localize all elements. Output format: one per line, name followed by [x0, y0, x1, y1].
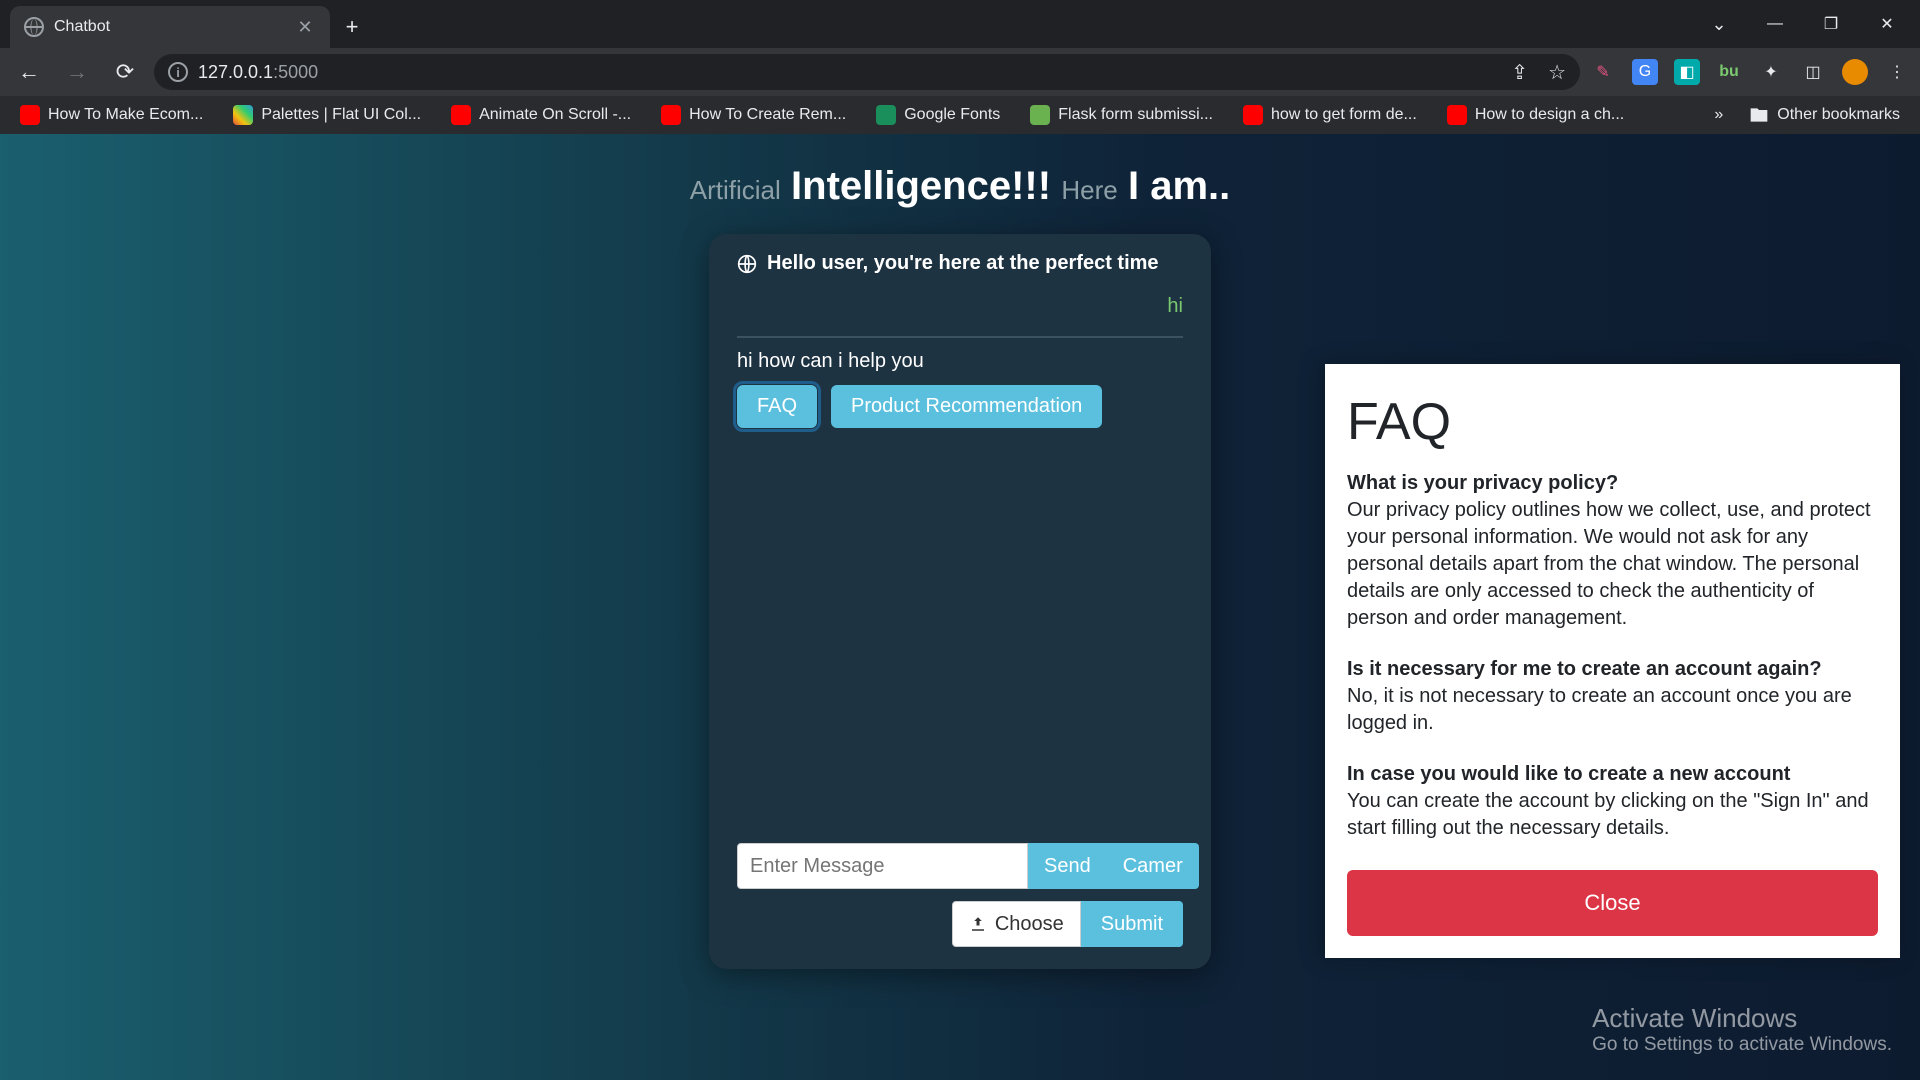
bookmark-item[interactable]: Flask form submissi...: [1020, 101, 1223, 129]
chat-header: Hello user, you're here at the perfect t…: [709, 252, 1211, 283]
extension-icon[interactable]: ◧: [1674, 59, 1700, 85]
chat-input-row: Send Camer: [737, 843, 1183, 889]
reload-icon[interactable]: ⟳: [106, 53, 144, 91]
faq-close-button[interactable]: Close: [1347, 870, 1878, 936]
address-bar[interactable]: i 127.0.0.1:5000 ⇪ ☆: [154, 54, 1580, 90]
profile-avatar-icon[interactable]: [1842, 59, 1868, 85]
bookmark-item[interactable]: How To Make Ecom...: [10, 101, 213, 129]
site-info-icon[interactable]: i: [168, 62, 188, 82]
bookmark-label: How To Create Rem...: [689, 106, 846, 124]
kebab-menu-icon[interactable]: ⋮: [1884, 59, 1910, 85]
faq-panel: FAQ What is your privacy policy? Our pri…: [1325, 364, 1900, 958]
close-window-icon[interactable]: ✕: [1862, 4, 1912, 44]
youtube-icon: [1447, 105, 1467, 125]
minimize-icon[interactable]: —: [1750, 4, 1800, 44]
bookmark-label: Flask form submissi...: [1058, 106, 1213, 124]
bookmark-label: Animate On Scroll -...: [479, 106, 631, 124]
palette-icon: [233, 105, 253, 125]
chrome-toolbar: ← → ⟳ i 127.0.0.1:5000 ⇪ ☆ ✎ G ◧ bu ✦ ◫ …: [0, 48, 1920, 96]
bookmarks-overflow-icon[interactable]: »: [1714, 106, 1723, 124]
youtube-icon: [661, 105, 681, 125]
tab-search-icon[interactable]: ⌄: [1694, 4, 1744, 44]
flask-icon: [1030, 105, 1050, 125]
back-icon[interactable]: ←: [10, 53, 48, 91]
url-path: :5000: [273, 62, 318, 82]
watermark-line2: Go to Settings to activate Windows.: [1592, 1034, 1892, 1056]
windows-activation-watermark: Activate Windows Go to Settings to activ…: [1592, 1003, 1892, 1056]
bookmark-item[interactable]: How To Create Rem...: [651, 101, 856, 129]
faq-question: Is it necessary for me to create an acco…: [1347, 658, 1878, 681]
extension-icons: ✎ G ◧ bu ✦ ◫ ⋮: [1590, 59, 1910, 85]
chat-header-text: Hello user, you're here at the perfect t…: [767, 252, 1159, 275]
message-row-bot: hi how can i help you FAQ Product Recomm…: [737, 338, 1183, 446]
new-tab-button[interactable]: +: [330, 6, 374, 48]
chat-body: hi hi how can i help you FAQ Product Rec…: [709, 283, 1211, 843]
title-muted: Artificial: [690, 175, 781, 205]
youtube-icon: [451, 105, 471, 125]
extensions-puzzle-icon[interactable]: ✦: [1758, 59, 1784, 85]
youtube-icon: [20, 105, 40, 125]
camera-button[interactable]: Camer: [1107, 843, 1199, 889]
bookmark-item[interactable]: How to design a ch...: [1437, 101, 1634, 129]
maximize-icon[interactable]: ❐: [1806, 4, 1856, 44]
faq-question: In case you would like to create a new a…: [1347, 763, 1878, 786]
chatbot-card: Hello user, you're here at the perfect t…: [709, 234, 1211, 969]
bookmark-item[interactable]: Palettes | Flat UI Col...: [223, 101, 431, 129]
bookmark-label: Google Fonts: [904, 106, 1000, 124]
faq-answer: No, it is not necessary to create an acc…: [1347, 683, 1878, 737]
faq-title: FAQ: [1347, 392, 1878, 452]
bookmark-item[interactable]: Google Fonts: [866, 101, 1010, 129]
submit-button[interactable]: Submit: [1081, 901, 1183, 947]
other-bookmarks-folder[interactable]: Other bookmarks: [1739, 101, 1910, 129]
choose-file-button[interactable]: Choose: [952, 901, 1081, 947]
folder-icon: [1749, 105, 1769, 125]
user-message: hi: [737, 295, 1183, 318]
choose-label: Choose: [995, 913, 1064, 936]
bookmark-label: Other bookmarks: [1777, 106, 1900, 124]
close-tab-icon[interactable]: ✕: [294, 16, 316, 38]
message-row-user: hi: [737, 283, 1183, 338]
bot-message: hi how can i help you: [737, 350, 1183, 373]
browser-tab[interactable]: Chatbot ✕: [10, 6, 330, 48]
message-input[interactable]: [737, 843, 1028, 889]
title-rest: I am..: [1128, 164, 1230, 208]
side-panel-icon[interactable]: ◫: [1800, 59, 1826, 85]
url-host: 127.0.0.1: [198, 62, 273, 82]
faq-answer: You can create the account by clicking o…: [1347, 788, 1878, 842]
watermark-line1: Activate Windows: [1592, 1003, 1892, 1034]
forward-icon[interactable]: →: [58, 53, 96, 91]
bookmark-label: How To Make Ecom...: [48, 106, 203, 124]
title-muted: Here: [1061, 175, 1117, 205]
faq-question: What is your privacy policy?: [1347, 472, 1878, 495]
youtube-icon: [1243, 105, 1263, 125]
bookmark-item[interactable]: Animate On Scroll -...: [441, 101, 641, 129]
chrome-tab-strip: Chatbot ✕ + ⌄ — ❐ ✕: [0, 0, 1920, 48]
send-button[interactable]: Send: [1028, 843, 1107, 889]
bookmarks-bar: How To Make Ecom... Palettes | Flat UI C…: [0, 96, 1920, 134]
extension-icon[interactable]: bu: [1716, 59, 1742, 85]
window-controls: ⌄ — ❐ ✕: [1694, 0, 1920, 48]
share-icon[interactable]: ⇪: [1511, 60, 1528, 85]
tab-title: Chatbot: [54, 18, 110, 36]
page-title: Artificial Intelligence!!! Here I am..: [0, 134, 1920, 209]
bookmark-label: Palettes | Flat UI Col...: [261, 106, 421, 124]
bookmark-item[interactable]: how to get form de...: [1233, 101, 1427, 129]
google-fonts-icon: [876, 105, 896, 125]
upload-icon: [969, 915, 987, 933]
globe-icon: [737, 254, 757, 274]
google-translate-icon[interactable]: G: [1632, 59, 1658, 85]
faq-button[interactable]: FAQ: [737, 385, 817, 428]
extension-icon[interactable]: ✎: [1590, 59, 1616, 85]
chat-upload-row: Choose Submit: [737, 901, 1183, 947]
bookmark-label: how to get form de...: [1271, 106, 1417, 124]
bookmark-label: How to design a ch...: [1475, 106, 1624, 124]
title-big: Intelligence!!!: [791, 164, 1051, 208]
product-recommendation-button[interactable]: Product Recommendation: [831, 385, 1102, 428]
page-viewport: Artificial Intelligence!!! Here I am.. H…: [0, 134, 1920, 1080]
faq-answer: Our privacy policy outlines how we colle…: [1347, 497, 1878, 632]
globe-icon: [24, 17, 44, 37]
bookmark-star-icon[interactable]: ☆: [1548, 60, 1566, 85]
